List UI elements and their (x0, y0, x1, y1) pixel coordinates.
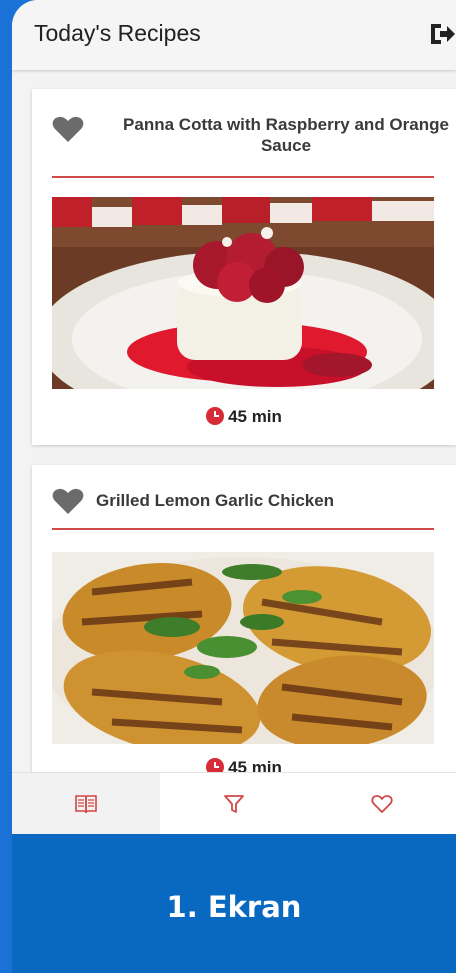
screen-label: 1. Ekran (166, 890, 302, 924)
title-divider (52, 176, 434, 178)
favorite-heart-icon[interactable] (52, 115, 84, 143)
tab-favorites[interactable] (308, 773, 456, 835)
clock-icon (206, 407, 225, 425)
heart-outline-icon (371, 795, 393, 813)
favorite-heart-icon[interactable] (52, 487, 84, 515)
title-divider (52, 528, 434, 530)
phone-screen: Today's Recipes Panna Cotta with Raspber… (12, 0, 456, 973)
app-bar: Today's Recipes (12, 0, 456, 70)
logout-icon[interactable] (428, 20, 456, 48)
grilled-chicken-photo (52, 552, 434, 744)
tab-recipes[interactable] (12, 773, 160, 835)
screen-label-banner: 1. Ekran (12, 834, 456, 973)
clock-icon (206, 758, 225, 772)
bottom-navigation (12, 772, 456, 835)
cook-time: 45 min (32, 758, 456, 772)
cook-time-label: 45 min (228, 407, 282, 426)
page-title: Today's Recipes (34, 20, 201, 46)
panna-cotta-photo (52, 197, 434, 389)
cook-time-label: 45 min (228, 758, 282, 772)
recipe-card[interactable]: Grilled Lemon Garlic Chicken 45 min (32, 465, 456, 772)
cook-time: 45 min (32, 407, 456, 427)
recipe-card[interactable]: Panna Cotta with Raspberry and Orange Sa… (32, 89, 456, 445)
tab-filter[interactable] (160, 773, 308, 835)
recipe-title: Panna Cotta with Raspberry and Orange Sa… (123, 115, 449, 155)
recipe-book-icon (75, 795, 97, 814)
recipe-list[interactable]: Panna Cotta with Raspberry and Orange Sa… (12, 70, 456, 772)
recipe-title: Grilled Lemon Garlic Chicken (96, 491, 335, 510)
filter-icon (224, 795, 244, 813)
